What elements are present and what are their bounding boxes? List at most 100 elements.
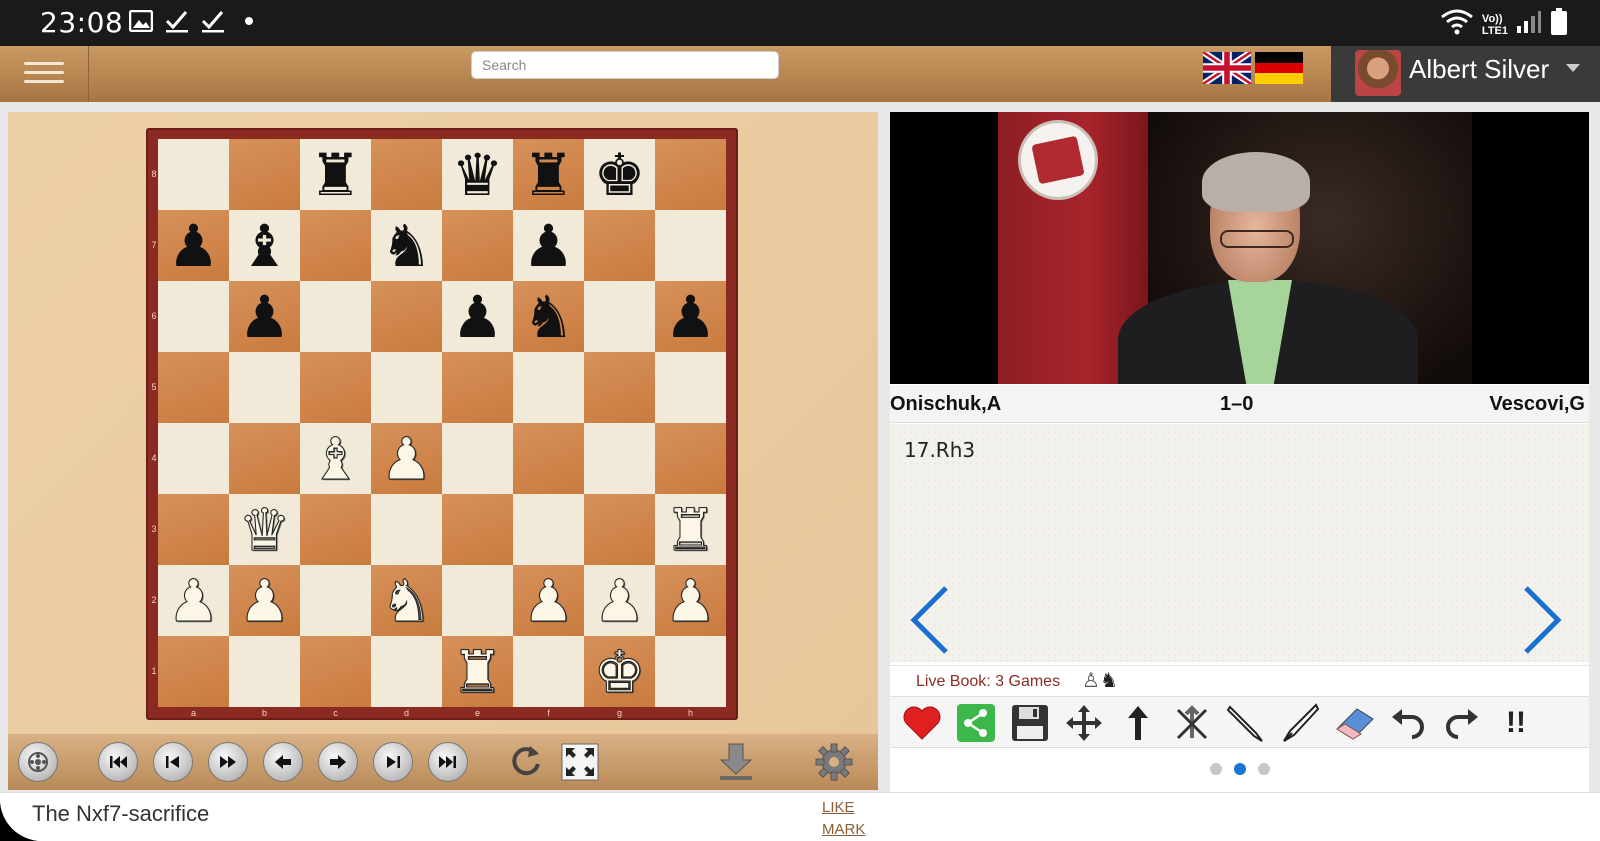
next-move-icon[interactable] <box>373 742 413 782</box>
uk-flag-icon[interactable] <box>1201 49 1253 87</box>
white-rook-piece[interactable]: ♜ <box>451 642 504 701</box>
square-b7[interactable]: ♝ <box>229 210 300 281</box>
white-pawn-piece[interactable]: ♟ <box>522 571 575 630</box>
square-c6[interactable] <box>300 281 371 352</box>
previous-arrow-icon[interactable] <box>908 584 952 656</box>
up-arrow-icon[interactable] <box>1116 703 1160 743</box>
square-c8[interactable]: ♜ <box>300 139 371 210</box>
black-pawn-piece[interactable]: ♟ <box>452 288 504 346</box>
square-h8[interactable] <box>655 139 726 210</box>
square-f4[interactable] <box>513 423 584 494</box>
square-g4[interactable] <box>584 423 655 494</box>
black-queen-piece[interactable]: ♛ <box>452 146 504 204</box>
square-b5[interactable] <box>229 352 300 423</box>
square-g1[interactable]: ♚ <box>584 636 655 707</box>
square-f8[interactable]: ♜ <box>513 139 584 210</box>
square-h1[interactable] <box>655 636 726 707</box>
square-a4[interactable] <box>158 423 229 494</box>
square-e6[interactable]: ♟ <box>442 281 513 352</box>
white-bishop-piece[interactable]: ♝ <box>309 429 362 488</box>
square-e4[interactable] <box>442 423 513 494</box>
current-move[interactable]: 17.Rh3 <box>904 438 975 462</box>
pager-dot[interactable] <box>1257 763 1270 775</box>
square-d6[interactable] <box>371 281 442 352</box>
square-h3[interactable]: ♜ <box>655 494 726 565</box>
square-f2[interactable]: ♟ <box>513 565 584 636</box>
square-a7[interactable]: ♟ <box>158 210 229 281</box>
black-pawn-piece[interactable]: ♟ <box>523 217 575 275</box>
back-icon[interactable] <box>263 742 303 782</box>
square-f7[interactable]: ♟ <box>513 210 584 281</box>
square-c5[interactable] <box>300 352 371 423</box>
square-g7[interactable] <box>584 210 655 281</box>
square-f6[interactable]: ♞ <box>513 281 584 352</box>
black-pawn-piece[interactable]: ♟ <box>665 288 717 346</box>
delete-variation-icon[interactable] <box>1170 703 1214 743</box>
germany-flag-icon[interactable] <box>1255 52 1303 84</box>
video-player[interactable] <box>890 112 1589 384</box>
square-b2[interactable]: ♟ <box>229 565 300 636</box>
white-knight-piece[interactable]: ♞ <box>380 571 433 630</box>
square-e2[interactable] <box>442 565 513 636</box>
square-f3[interactable] <box>513 494 584 565</box>
square-c4[interactable]: ♝ <box>300 423 371 494</box>
square-c3[interactable] <box>300 494 371 565</box>
square-c1[interactable] <box>300 636 371 707</box>
black-knight-piece[interactable]: ♞ <box>523 288 575 346</box>
square-g8[interactable]: ♚ <box>584 139 655 210</box>
live-book[interactable]: Live Book: 3 Games ♙♞ <box>890 665 1589 695</box>
black-rook-piece[interactable]: ♜ <box>310 146 362 204</box>
pager-dot[interactable] <box>1233 763 1246 775</box>
white-pawn-piece[interactable]: ♟ <box>664 571 717 630</box>
square-e5[interactable] <box>442 352 513 423</box>
quill-icon[interactable] <box>1278 703 1322 743</box>
square-f5[interactable] <box>513 352 584 423</box>
black-pawn-piece[interactable]: ♟ <box>168 217 220 275</box>
white-pawn-piece[interactable]: ♟ <box>380 429 433 488</box>
square-a5[interactable] <box>158 352 229 423</box>
square-d3[interactable] <box>371 494 442 565</box>
square-b3[interactable]: ♛ <box>229 494 300 565</box>
black-bishop-piece[interactable]: ♝ <box>239 217 291 275</box>
square-a3[interactable] <box>158 494 229 565</box>
download-icon[interactable] <box>716 742 756 782</box>
white-pawn-piece[interactable]: ♟ <box>593 571 646 630</box>
move-icon[interactable] <box>1062 703 1106 743</box>
square-c2[interactable] <box>300 565 371 636</box>
settings-icon[interactable] <box>814 742 854 782</box>
forward-icon[interactable] <box>318 742 358 782</box>
square-b8[interactable] <box>229 139 300 210</box>
square-e8[interactable]: ♛ <box>442 139 513 210</box>
square-h6[interactable]: ♟ <box>655 281 726 352</box>
square-e3[interactable] <box>442 494 513 565</box>
square-d2[interactable]: ♞ <box>371 565 442 636</box>
undo-icon[interactable] <box>1386 703 1430 743</box>
white-pawn-piece[interactable]: ♟ <box>238 571 291 630</box>
hamburger-menu-icon[interactable] <box>24 56 64 90</box>
square-b6[interactable]: ♟ <box>229 281 300 352</box>
square-f1[interactable] <box>513 636 584 707</box>
share-icon[interactable] <box>954 703 998 743</box>
play-icon[interactable] <box>208 742 248 782</box>
first-move-icon[interactable] <box>98 742 138 782</box>
last-move-icon[interactable] <box>428 742 468 782</box>
square-h5[interactable] <box>655 352 726 423</box>
square-g2[interactable]: ♟ <box>584 565 655 636</box>
previous-move-icon[interactable] <box>153 742 193 782</box>
chess-board[interactable]: ♜ ♛ ♜ ♚ ♟ ♝ ♞ ♟ ♟ ♟ ♞ ♟ ♝ ♟ ♛ ♜ ♟ ♟ ♞ ♟ ♟ ♟ ♜ ♚ <box>158 139 726 707</box>
flip-board-icon[interactable] <box>506 742 546 782</box>
square-h2[interactable]: ♟ <box>655 565 726 636</box>
square-d5[interactable] <box>371 352 442 423</box>
square-e1[interactable]: ♜ <box>442 636 513 707</box>
square-h7[interactable] <box>655 210 726 281</box>
square-g6[interactable] <box>584 281 655 352</box>
mark-link[interactable]: MARK <box>822 821 865 838</box>
square-d4[interactable]: ♟ <box>371 423 442 494</box>
square-a2[interactable]: ♟ <box>158 565 229 636</box>
white-king-piece[interactable]: ♚ <box>593 642 646 701</box>
white-rook-piece[interactable]: ♜ <box>664 500 717 559</box>
heart-icon[interactable] <box>900 703 944 743</box>
engine-icon[interactable] <box>18 742 58 782</box>
like-link[interactable]: LIKE <box>822 799 855 816</box>
annotation-icon[interactable]: !! <box>1494 703 1538 743</box>
